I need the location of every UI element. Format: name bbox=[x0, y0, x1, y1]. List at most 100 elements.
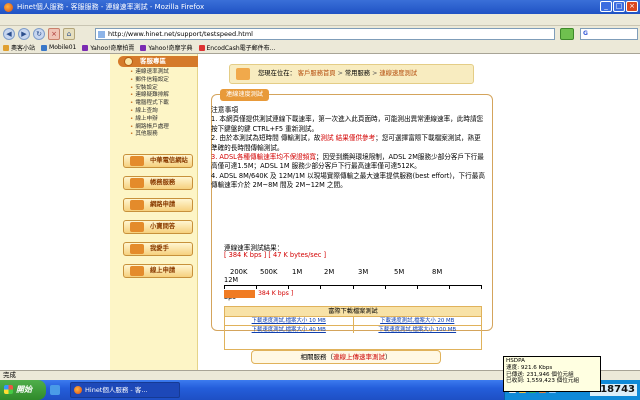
sidebar-item[interactable]: 郵件信箱設定 bbox=[130, 77, 198, 85]
sidebar-header-label: 客服專區 bbox=[140, 57, 166, 65]
scale-label: 200K bbox=[230, 268, 248, 276]
sidebar-button[interactable]: 線上申請 bbox=[123, 264, 193, 278]
table-row: 下載速度測試,檔案大小 10 MB 下載速度測試,檔案大小 20 MB bbox=[225, 316, 481, 325]
notice-item-4: 4. ADSL 8M/640K 及 12M/1M 以現場實際傳輸之最大速率提供服… bbox=[211, 171, 485, 190]
breadcrumb-prefix: 您現在位在： bbox=[258, 70, 296, 77]
speed-scale-axis bbox=[224, 285, 482, 289]
location-icon bbox=[236, 68, 250, 80]
start-button[interactable]: 開始 bbox=[0, 380, 46, 400]
address-bar[interactable] bbox=[95, 28, 555, 40]
scale-label-12m: 12M bbox=[224, 276, 239, 284]
scale-tick bbox=[385, 285, 386, 289]
result-value: [ 384 K bps ] [ 47 K bytes/sec ] bbox=[224, 251, 327, 259]
maximize-button[interactable]: □ bbox=[613, 1, 625, 12]
back-button[interactable]: ◀ bbox=[3, 28, 15, 40]
sidebar-button[interactable]: 我愛手 bbox=[123, 242, 193, 256]
scale-label: 3M bbox=[358, 268, 369, 276]
bookmark-label: EncodCash電子郵件布... bbox=[206, 45, 276, 52]
page-margin-left bbox=[0, 54, 110, 370]
sidebar-item[interactable]: 其他服務 bbox=[130, 131, 198, 139]
sidebar-item[interactable]: 電腦程式下載 bbox=[130, 100, 198, 108]
sidebar-button-label: 中華電信網站 bbox=[150, 157, 188, 164]
sidebar-button[interactable]: 網路申請 bbox=[123, 198, 193, 212]
download-link-10mb[interactable]: 下載速度測試,檔案大小 10 MB bbox=[225, 317, 354, 325]
tooltip-line: 已收到: 1,559,423 個位元組 bbox=[506, 378, 580, 385]
web-page: 客服專區 連線速率測試 郵件信箱設定 安裝設定 連線疑難排解 電腦程式下載 線上… bbox=[0, 54, 640, 370]
firefox-icon bbox=[4, 2, 13, 12]
bookmark-icon bbox=[3, 44, 9, 51]
sidebar-button[interactable]: 小寶問答 bbox=[123, 220, 193, 234]
related-services: 相關服務（連線上傳速率測試） bbox=[251, 350, 441, 364]
scale-tick bbox=[224, 285, 225, 289]
upload-test-link[interactable]: 連線上傳速率測試 bbox=[333, 353, 385, 361]
bookmark-icon bbox=[82, 44, 89, 51]
sidebar-button[interactable]: 中華電信網站 bbox=[123, 154, 193, 168]
download-link-20mb[interactable]: 下載速度測試,檔案大小 20 MB bbox=[354, 317, 482, 325]
sidebar-item[interactable]: 線上申辦 bbox=[130, 116, 198, 124]
button-icon bbox=[130, 222, 144, 232]
minimize-button[interactable]: _ bbox=[600, 1, 612, 12]
go-button[interactable] bbox=[560, 28, 574, 40]
download-test-table: 富際下載檔案測試 下載速度測試,檔案大小 10 MB 下載速度測試,檔案大小 2… bbox=[224, 306, 482, 350]
notice-item-2-warning: 測試 結果僅供參考 bbox=[320, 134, 376, 143]
firefox-icon bbox=[74, 386, 82, 394]
window-title: Hinet個人服務 - 客服服務 - 連線速率測試 - Mozilla Fire… bbox=[17, 3, 205, 11]
sidebar-header: 客服專區 bbox=[118, 56, 198, 67]
download-link-100mb[interactable]: 下載速度測試,檔案大小 100 MB bbox=[354, 326, 482, 334]
scale-label: 500K bbox=[260, 268, 278, 276]
notice-item-2-text: 2. 由於本測試為短時間 傳輸測試，故 bbox=[211, 134, 321, 143]
window-title-bar[interactable]: Hinet個人服務 - 客服服務 - 連線速率測試 - Mozilla Fire… bbox=[0, 0, 640, 14]
close-button[interactable]: × bbox=[626, 1, 638, 12]
button-icon bbox=[130, 200, 144, 210]
sidebar-button-label: 線上申請 bbox=[150, 267, 176, 274]
bookmark-item[interactable]: EncodCash電子郵件布... bbox=[198, 43, 276, 52]
scale-tick bbox=[256, 285, 257, 289]
table-row: 下載速度測試,檔案大小 40 MB 下載速度測試,檔案大小 100 MB bbox=[225, 324, 482, 334]
search-box[interactable]: G bbox=[580, 28, 638, 40]
reload-button[interactable]: ↻ bbox=[33, 28, 45, 40]
bookmark-label: Yahoo!奇摩字典 bbox=[148, 45, 193, 52]
breadcrumb-current-section: 常用服務 bbox=[344, 70, 371, 77]
breadcrumb-link-home[interactable]: 客戶服務首頁 bbox=[298, 70, 336, 77]
sidebar-button[interactable]: 帳務服務 bbox=[123, 176, 193, 190]
scale-tick bbox=[417, 285, 418, 289]
forward-button[interactable]: ▶ bbox=[18, 28, 30, 40]
taskbar-firefox-item[interactable]: Hinet個人服務 - 客... bbox=[70, 382, 180, 398]
bookmark-label: Mobile01 bbox=[49, 44, 77, 51]
bookmark-item[interactable]: 奧客小站 bbox=[3, 43, 35, 52]
sidebar: 客服專區 連線速率測試 郵件信箱設定 安裝設定 連線疑難排解 電腦程式下載 線上… bbox=[110, 54, 198, 370]
sidebar-item[interactable]: 連線速率測試 bbox=[130, 69, 198, 77]
bookmark-item[interactable]: Mobile01 bbox=[41, 44, 76, 51]
start-label: 開始 bbox=[16, 385, 32, 394]
main-content: 您現在位在： 客戶服務首頁 > 常用服務 > 連線速度測試 連線速度測試 注意事… bbox=[199, 54, 500, 370]
navigation-toolbar: ◀ ▶ ↻ × ⌂ G bbox=[0, 26, 640, 42]
service-icon bbox=[124, 57, 133, 66]
quick-launch-icon[interactable] bbox=[50, 385, 60, 395]
download-test-title: 富際下載檔案測試 bbox=[225, 307, 481, 316]
stop-button[interactable]: × bbox=[48, 28, 60, 40]
bookmark-item[interactable]: Yahoo!奇摩拍賣 bbox=[82, 43, 134, 52]
download-link-40mb[interactable]: 下載速度測試,檔案大小 40 MB bbox=[225, 325, 354, 334]
windows-logo-icon bbox=[4, 385, 13, 394]
bookmark-icon bbox=[198, 44, 205, 51]
home-button[interactable]: ⌂ bbox=[63, 28, 75, 40]
page-icon bbox=[98, 30, 105, 38]
scale-label: 5M bbox=[394, 268, 405, 276]
notice-item-2: 2. 由於本測試為短時間 傳輸測試，故測試 結果僅供參考；您可選擇富際下載檔案測… bbox=[211, 134, 486, 153]
breadcrumb: 您現在位在： 客戶服務首頁 > 常用服務 > 連線速度測試 bbox=[229, 64, 474, 84]
notice-title: 注意事項 bbox=[211, 106, 239, 114]
button-icon bbox=[130, 156, 144, 166]
bookmarks-bar: 奧客小站 Mobile01 Yahoo!奇摩拍賣 Yahoo!奇摩字典 Enco… bbox=[0, 42, 640, 54]
sidebar-button-label: 小寶問答 bbox=[150, 223, 176, 230]
scale-label: 1M bbox=[292, 268, 303, 276]
bookmark-icon bbox=[140, 44, 147, 51]
page-margin-right bbox=[500, 54, 640, 370]
bookmark-label: Yahoo!奇摩拍賣 bbox=[90, 45, 135, 52]
tooltip-line: HSDPA bbox=[506, 358, 525, 364]
breadcrumb-link-speedtest[interactable]: 連線速度測試 bbox=[379, 70, 417, 77]
sidebar-button-label: 網路申請 bbox=[150, 201, 176, 208]
sidebar-button-label: 帳務服務 bbox=[150, 179, 176, 186]
sidebar-item[interactable]: 線上查詢 bbox=[130, 108, 198, 116]
url-input[interactable] bbox=[108, 30, 548, 38]
bookmark-item[interactable]: Yahoo!奇摩字典 bbox=[140, 43, 193, 52]
